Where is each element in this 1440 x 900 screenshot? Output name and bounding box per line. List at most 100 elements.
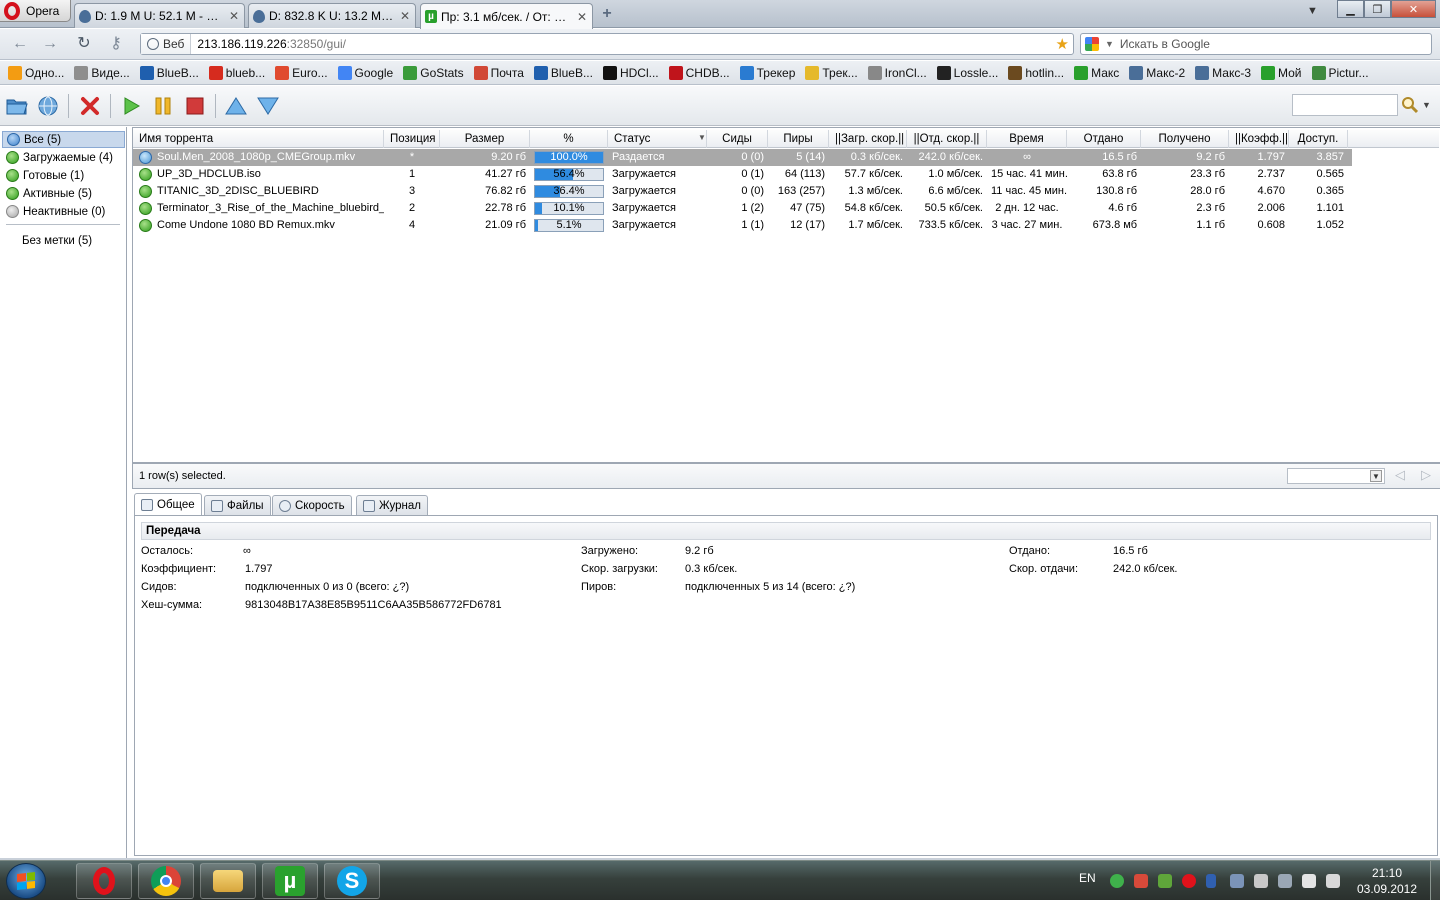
tray-display-icon[interactable]	[1302, 874, 1316, 888]
category-all[interactable]: Все (5)	[2, 131, 125, 148]
tray-app-icon[interactable]	[1110, 874, 1124, 888]
label-no-label[interactable]: Без метки (5)	[2, 232, 125, 249]
column-header[interactable]: ||Загр. скор.||	[829, 130, 907, 148]
taskbar-utorrent[interactable]: µ	[262, 863, 318, 899]
tab-files[interactable]: Файлы	[204, 495, 271, 515]
column-header[interactable]: Доступ.	[1289, 130, 1348, 148]
tray-flag-icon[interactable]	[1254, 874, 1268, 888]
torrent-row[interactable]: Come Undone 1080 BD Remux.mkv 4 21.09 гб 5.…	[133, 217, 1352, 234]
bookmark-item[interactable]: hotlin...	[1008, 65, 1064, 80]
browser-tab-1[interactable]: D: 1.9 M U: 52.1 M - Del... ✕	[74, 3, 245, 28]
show-desktop-button[interactable]	[1430, 861, 1440, 900]
magnifier-search-icon[interactable]	[1398, 94, 1422, 116]
tray-volume-icon[interactable]	[1326, 874, 1340, 888]
browser-tab-3[interactable]: µ Пр: 3.1 мб/сек. / От: 8.... ✕	[420, 3, 593, 29]
sort-chevron-icon[interactable]: ▼	[698, 133, 706, 142]
bookmark-item[interactable]: BlueB...	[533, 65, 593, 80]
bookmark-item[interactable]: Pictur...	[1311, 65, 1369, 80]
search-dropdown-chevron-icon[interactable]: ▼	[1422, 94, 1432, 116]
bookmark-item[interactable]: Макс-2	[1129, 65, 1185, 80]
category-inactive[interactable]: Неактивные (0)	[2, 203, 125, 220]
category-completed[interactable]: Готовые (1)	[2, 167, 125, 184]
reload-icon[interactable]: ↻	[74, 35, 94, 53]
bookmark-item[interactable]: Мой	[1261, 65, 1302, 80]
page-select-chevron-icon[interactable]: ▼	[1370, 470, 1382, 482]
move-down-triangle-icon[interactable]	[256, 94, 280, 118]
start-button[interactable]	[6, 863, 46, 899]
category-downloading[interactable]: Загружаемые (4)	[2, 149, 125, 166]
start-play-icon[interactable]	[119, 94, 143, 118]
key-icon[interactable]: ⚷	[106, 35, 126, 53]
tray-network-icon[interactable]	[1134, 874, 1148, 888]
column-header[interactable]: Отдано	[1067, 130, 1141, 148]
bookmark-item[interactable]: GoStats	[403, 65, 464, 80]
taskbar-explorer[interactable]	[200, 863, 256, 899]
tab-general[interactable]: Общее	[134, 493, 202, 515]
back-arrow-icon[interactable]: ←	[10, 35, 30, 53]
input-language[interactable]: EN	[1079, 871, 1096, 885]
bookmark-item[interactable]: Одно...	[8, 65, 64, 80]
tab-speed[interactable]: Скорость	[272, 495, 352, 515]
forward-arrow-icon[interactable]: →	[40, 35, 60, 53]
address-field[interactable]: Веб 213.186.119.226:32850/gui/ ★	[140, 33, 1074, 55]
remove-x-icon[interactable]	[78, 94, 102, 118]
close-icon[interactable]: ✕	[576, 10, 588, 24]
page-select[interactable]: ▼	[1287, 468, 1385, 484]
column-header[interactable]: ||Отд. скор.||	[907, 130, 987, 148]
browser-tab-2[interactable]: D: 832.8 K U: 13.2 M - D... ✕	[248, 3, 416, 28]
stop-icon[interactable]	[183, 94, 207, 118]
bookmark-item[interactable]: blueb...	[208, 65, 265, 80]
bookmark-item[interactable]: Google	[337, 65, 393, 80]
column-header[interactable]: Статус	[608, 130, 707, 148]
bookmark-item[interactable]: Почта	[473, 65, 524, 80]
open-folder-icon[interactable]	[5, 94, 29, 118]
add-url-globe-icon[interactable]	[36, 94, 60, 118]
bookmark-item[interactable]: BlueB...	[139, 65, 199, 80]
column-header[interactable]: Получено	[1141, 130, 1229, 148]
bookmark-star-icon[interactable]: ★	[1056, 35, 1069, 53]
search-field[interactable]: ▼ Искать в Google	[1080, 33, 1432, 55]
new-tab-button[interactable]: +	[598, 6, 616, 22]
system-clock[interactable]: 21:10 03.09.2012	[1355, 865, 1419, 897]
bookmark-item[interactable]: Lossle...	[936, 65, 998, 80]
column-header[interactable]: Размер	[440, 130, 530, 148]
opera-menu-button[interactable]: Opera	[0, 0, 71, 22]
bookmark-item[interactable]: CHDB...	[668, 65, 730, 80]
minimize-button[interactable]: ▁	[1337, 0, 1364, 18]
column-header[interactable]: Время	[987, 130, 1067, 148]
bookmark-item[interactable]: IronCl...	[867, 65, 927, 80]
column-header[interactable]: Пиры	[768, 130, 829, 148]
column-header[interactable]: Имя торрента	[133, 130, 384, 148]
bookmark-item[interactable]: Виде...	[74, 65, 130, 80]
close-icon[interactable]: ✕	[228, 9, 240, 23]
bookmark-item[interactable]: HDCl...	[602, 65, 659, 80]
close-icon[interactable]: ✕	[399, 9, 411, 23]
bookmark-item[interactable]: Euro...	[275, 65, 328, 80]
tray-utorrent-icon[interactable]	[1158, 874, 1172, 888]
close-window-button[interactable]: ✕	[1391, 0, 1436, 18]
bookmark-item[interactable]: Макс	[1074, 65, 1119, 80]
torrent-row[interactable]: Soul.Men_2008_1080p_CMEGroup.mkv * 9.20 гб…	[133, 149, 1352, 166]
torrent-row[interactable]: Terminator_3_Rise_of_the_Machine_bluebir…	[133, 200, 1352, 217]
torrent-row[interactable]: UP_3D_HDCLUB.iso 1 41.27 гб 56.4% Загружаетс…	[133, 166, 1352, 183]
tray-opera-icon[interactable]	[1182, 874, 1196, 888]
taskbar-skype[interactable]: S	[324, 863, 380, 899]
tray-bluetooth-icon[interactable]	[1206, 874, 1216, 888]
bookmark-item[interactable]: Трекер	[739, 65, 795, 80]
site-badge[interactable]: Веб	[141, 34, 192, 54]
restore-button[interactable]: ❐	[1364, 0, 1391, 18]
column-header[interactable]: %	[530, 130, 608, 148]
category-active[interactable]: Активные (5)	[2, 185, 125, 202]
bookmark-item[interactable]: Трек...	[805, 65, 858, 80]
tray-device-icon[interactable]	[1230, 874, 1244, 888]
taskbar-opera[interactable]	[76, 863, 132, 899]
torrent-search-input[interactable]	[1292, 94, 1398, 116]
column-header[interactable]: Позиция	[384, 130, 440, 148]
torrent-row[interactable]: TITANIC_3D_2DISC_BLUEBIRD 3 76.82 гб 36.4% З…	[133, 183, 1352, 200]
column-header[interactable]: ||Коэфф.||	[1229, 130, 1289, 148]
tray-monitor-icon[interactable]	[1278, 874, 1292, 888]
pause-icon[interactable]	[151, 94, 175, 118]
bookmark-item[interactable]: Макс-3	[1195, 65, 1251, 80]
taskbar-chrome[interactable]	[138, 863, 194, 899]
column-header[interactable]: Сиды	[707, 130, 768, 148]
